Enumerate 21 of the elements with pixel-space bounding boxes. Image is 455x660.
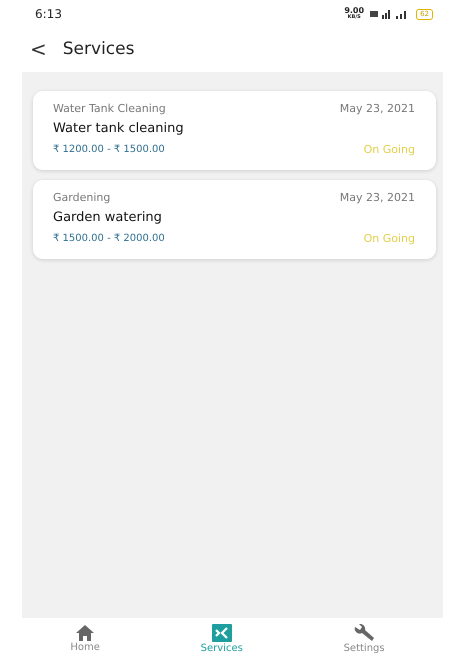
page-title: Services xyxy=(62,39,134,59)
back-button[interactable]: < xyxy=(30,39,47,59)
home-icon xyxy=(76,625,94,641)
service-date: May 23, 2021 xyxy=(340,191,415,204)
wrench-icon xyxy=(352,624,376,642)
service-category: Water Tank Cleaning xyxy=(53,102,166,115)
service-card[interactable]: Gardening May 23, 2021 Garden watering ₹ 1500.00 - ₹ 2000.00 On Going xyxy=(33,180,436,259)
service-category: Gardening xyxy=(53,191,110,204)
service-title: Water tank cleaning xyxy=(53,121,185,136)
price-range: ₹ 1200.00 - ₹ 1500.00 xyxy=(53,144,165,155)
status-label: On Going xyxy=(364,232,415,245)
logo-icon xyxy=(212,624,232,642)
service-card[interactable]: Water Tank Cleaning May 23, 2021 Water tank cleaning ₹ 1200.00 - ₹ 1500.00 On Going xyxy=(33,91,436,170)
service-date: May 23, 2021 xyxy=(340,102,415,115)
clock-time: 6:13 xyxy=(35,7,62,21)
network-speed: 9.00 xyxy=(344,7,364,14)
service-title: Garden watering xyxy=(53,210,163,225)
nav-tab[interactable]: Settings xyxy=(334,618,395,660)
nav-tab[interactable]: Home xyxy=(60,618,110,660)
price-range: ₹ 1500.00 - ₹ 2000.00 xyxy=(53,233,165,244)
status-label: On Going xyxy=(364,143,415,156)
